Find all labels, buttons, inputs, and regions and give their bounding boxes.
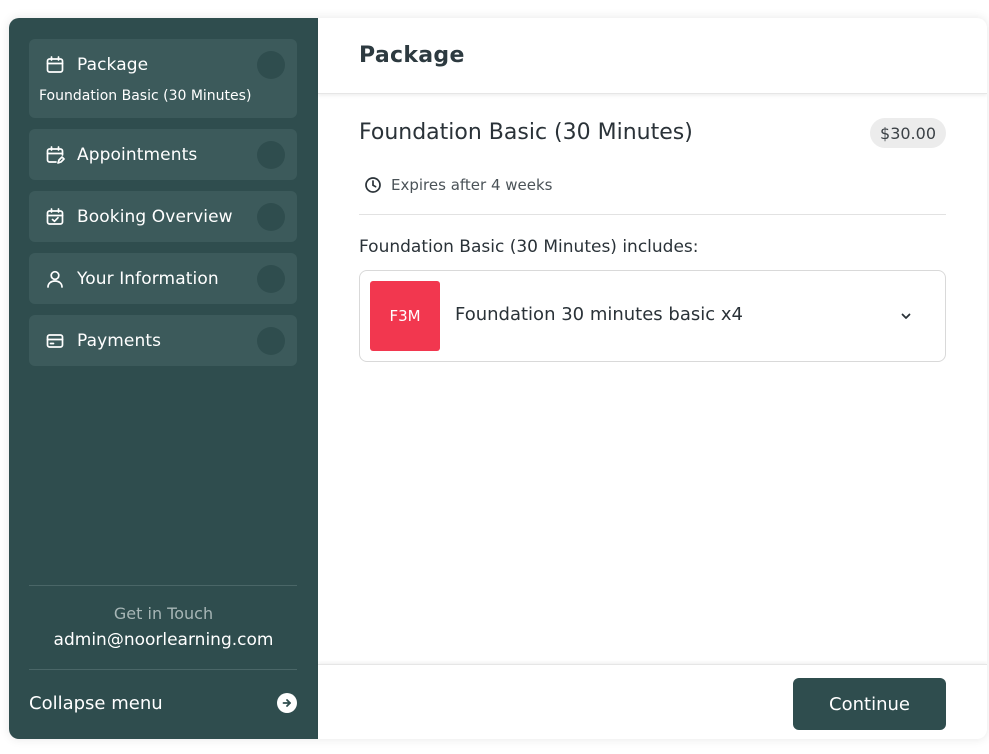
main-footer: Continue: [318, 664, 987, 739]
sidebar-step-your-information[interactable]: Your Information: [29, 253, 297, 304]
sidebar-step-package[interactable]: Package Foundation Basic (30 Minutes): [29, 39, 297, 118]
step-status-indicator: [257, 265, 285, 293]
chevron-down-icon[interactable]: [899, 309, 913, 323]
contact-email[interactable]: admin@noorlearning.com: [9, 630, 318, 650]
sidebar-divider: [29, 669, 297, 670]
main-header: Package: [318, 18, 987, 94]
sidebar-step-payments[interactable]: Payments: [29, 315, 297, 366]
sidebar: Package Foundation Basic (30 Minutes) Ap…: [9, 18, 318, 739]
sidebar-divider: [29, 585, 297, 586]
calendar-icon: [46, 56, 64, 73]
step-status-indicator: [257, 203, 285, 231]
sidebar-step-label: Payments: [77, 331, 162, 351]
sidebar-step-label: Your Information: [77, 269, 219, 289]
step-row: Your Information: [45, 253, 219, 305]
included-item-card[interactable]: F3M Foundation 30 minutes basic x4: [359, 270, 946, 362]
collapse-menu-button[interactable]: Collapse menu: [29, 688, 297, 718]
step-status-indicator: [257, 51, 285, 79]
sidebar-step-label: Package: [77, 55, 149, 75]
step-row: Package: [45, 39, 148, 91]
page-title: Package: [359, 43, 465, 68]
item-badge: F3M: [370, 281, 440, 351]
includes-heading: Foundation Basic (30 Minutes) includes:: [359, 237, 699, 257]
user-icon: [47, 270, 63, 288]
arrow-right-circle-icon: [277, 693, 297, 713]
calendar-edit-icon: [46, 146, 65, 164]
calendar-check-icon: [46, 208, 64, 225]
step-row: Booking Overview: [45, 191, 233, 243]
continue-button[interactable]: Continue: [793, 678, 946, 730]
item-name: Foundation 30 minutes basic x4: [455, 304, 743, 325]
step-row: Payments: [45, 315, 161, 367]
step-row: Appointments: [45, 129, 197, 181]
main-panel: Package Foundation Basic (30 Minutes) $3…: [318, 18, 987, 739]
content-divider: [359, 214, 946, 215]
booking-window: Package Foundation Basic (30 Minutes) Ap…: [9, 18, 987, 739]
clock-icon: [365, 177, 381, 193]
collapse-menu-label: Collapse menu: [29, 692, 163, 714]
step-status-indicator: [257, 141, 285, 169]
sidebar-step-label: Booking Overview: [77, 207, 233, 227]
expiry-info: Expires after 4 weeks: [364, 176, 552, 194]
expiry-text: Expires after 4 weeks: [391, 176, 553, 194]
get-in-touch-title: Get in Touch: [113, 604, 214, 623]
sidebar-step-label: Appointments: [77, 145, 198, 165]
sidebar-step-appointments[interactable]: Appointments: [29, 129, 297, 180]
sidebar-step-selected-package: Foundation Basic (30 Minutes): [39, 88, 252, 104]
card-icon: [46, 334, 64, 348]
price-badge: $30.00: [870, 118, 946, 148]
step-status-indicator: [257, 327, 285, 355]
package-name: Foundation Basic (30 Minutes): [359, 120, 693, 145]
sidebar-step-booking-overview[interactable]: Booking Overview: [29, 191, 297, 242]
